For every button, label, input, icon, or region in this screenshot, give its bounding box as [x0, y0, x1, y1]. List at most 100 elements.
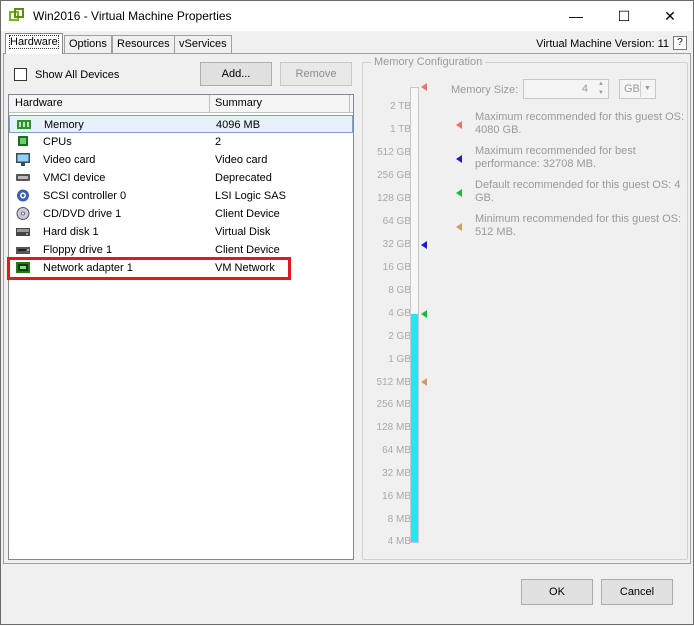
scale-label: 64 MB [382, 445, 411, 456]
scale-label: 512 GB [377, 147, 411, 158]
min-recommended-marker [421, 378, 427, 386]
max-recommended-marker [421, 83, 427, 91]
scale-label: 1 TB [390, 124, 411, 135]
scale-label: 512 MB [376, 377, 411, 388]
scale-label: 64 GB [382, 216, 411, 227]
hardware-row-summary: LSI Logic SAS [215, 190, 286, 202]
hardware-row-name: CD/DVD drive 1 [43, 208, 122, 220]
memory-slider-track[interactable] [410, 87, 419, 543]
add-button[interactable]: Add... [200, 62, 272, 86]
scale-label: 2 TB [390, 101, 411, 112]
hardware-row-memory[interactable]: Memory 4096 MB [9, 115, 353, 133]
memory-unit-select[interactable]: GB ▼ [619, 79, 656, 99]
column-separator[interactable] [209, 95, 210, 113]
hardware-row-summary: 4096 MB [216, 119, 261, 131]
hardware-list: Hardware Summary Memory 4096 MB CPUs 2 V… [8, 94, 354, 560]
cpu-icon [18, 136, 28, 146]
hardware-row-vmci-device[interactable]: VMCI device Deprecated [9, 169, 353, 187]
column-header-hardware[interactable]: Hardware [15, 97, 63, 109]
tab-hardware-label: Hardware [9, 35, 59, 49]
default-recommended-text: Default recommended for this guest OS: 4… [475, 179, 681, 204]
scale-label: 4 GB [388, 308, 411, 319]
show-all-devices-label: Show All Devices [35, 68, 120, 81]
hardware-row-summary: Video card [215, 154, 268, 166]
checkbox-box[interactable] [14, 68, 27, 81]
memory-slider-fill [411, 314, 418, 542]
minimize-button[interactable]: — [553, 1, 599, 31]
monitor-icon [16, 153, 30, 166]
tab-resources[interactable]: Resources [112, 35, 175, 53]
hardware-row-name: Hard disk 1 [43, 226, 99, 238]
hardware-row-hard-disk[interactable]: Hard disk 1 Virtual Disk [9, 223, 353, 241]
close-button[interactable]: ✕ [647, 1, 693, 31]
vm-version-label: Virtual Machine Version: 11 [536, 38, 669, 50]
window-title: Win2016 - Virtual Machine Properties [33, 9, 232, 23]
memory-unit-value: GB [624, 83, 640, 95]
scale-label: 32 GB [382, 239, 411, 250]
hardware-row-summary: 2 [215, 136, 222, 148]
best-performance-marker [421, 241, 427, 249]
max-recommended-text: Maximum recommended for this guest OS: 4… [475, 111, 685, 136]
hardware-row-summary: Deprecated [215, 172, 272, 184]
hardware-row-summary: Client Device [215, 208, 280, 220]
scale-label: 8 GB [388, 285, 411, 296]
scale-label: 32 MB [382, 468, 411, 479]
scale-label: 128 GB [377, 193, 411, 204]
scale-label: 256 GB [377, 170, 411, 181]
cd-icon [16, 207, 30, 220]
hardware-row-name: Floppy drive 1 [43, 244, 113, 256]
scale-label: 2 GB [388, 331, 411, 342]
network-adapter-highlight [7, 257, 291, 280]
scale-label: 16 MB [382, 491, 411, 502]
scale-label: 8 MB [387, 514, 411, 525]
memory-icon [17, 120, 31, 129]
memory-size-label: Memory Size: [451, 84, 519, 96]
hardware-row-name: VMCI device [43, 172, 106, 184]
hardware-row-video-card[interactable]: Video card Video card [9, 151, 353, 169]
hardware-row-name: Memory [44, 119, 84, 131]
remove-button[interactable]: Remove [280, 62, 352, 86]
spin-down-icon[interactable]: ▼ [594, 89, 608, 98]
scale-label: 256 MB [376, 399, 411, 410]
properties-window: Win2016 - Virtual Machine Properties — ☐… [0, 0, 694, 625]
hardware-row-name: Video card [43, 154, 96, 166]
show-all-devices-checkbox[interactable]: Show All Devices [14, 68, 119, 81]
harddisk-icon [16, 228, 30, 236]
hardware-row-summary: Client Device [215, 244, 280, 256]
title-bar: Win2016 - Virtual Machine Properties — ☐… [1, 1, 693, 31]
hardware-row-name: CPUs [43, 136, 72, 148]
scale-label: 128 MB [376, 422, 411, 433]
default-recommended-legend-icon [456, 189, 462, 197]
default-recommended-marker[interactable] [421, 310, 427, 318]
column-separator[interactable] [349, 95, 350, 113]
scale-label: 1 GB [388, 354, 411, 365]
maximize-button[interactable]: ☐ [601, 1, 647, 31]
scale-label: 4 MB [387, 536, 411, 547]
min-recommended-legend-icon [456, 223, 462, 231]
max-recommended-legend-icon [456, 121, 462, 129]
memory-scale-labels: 2 TB 1 TB 512 GB 256 GB 128 GB 64 GB 32 … [355, 1, 411, 626]
best-performance-text: Maximum recommended for best performance… [475, 145, 636, 170]
vmci-icon [16, 174, 30, 181]
min-recommended-text: Minimum recommended for this guest OS: 5… [475, 213, 682, 238]
hardware-row-cd-dvd-drive[interactable]: CD/DVD drive 1 Client Device [9, 205, 353, 223]
column-header-summary[interactable]: Summary [215, 97, 262, 109]
ok-button[interactable]: OK [521, 579, 593, 605]
chevron-down-icon[interactable]: ▼ [640, 81, 654, 97]
memory-size-spinner[interactable]: ▲ ▼ [594, 80, 608, 98]
best-performance-legend-icon [456, 155, 462, 163]
spin-up-icon[interactable]: ▲ [594, 80, 608, 89]
cancel-button[interactable]: Cancel [601, 579, 673, 605]
hardware-list-header: Hardware Summary [9, 95, 353, 113]
floppy-icon [16, 247, 30, 254]
hardware-row-name: SCSI controller 0 [43, 190, 127, 202]
scale-label: 16 GB [382, 262, 411, 273]
vsphere-app-icon [9, 8, 24, 21]
hardware-row-cpus[interactable]: CPUs 2 [9, 133, 353, 151]
tab-bar: Hardware Options Resources vServices Vir… [1, 31, 693, 54]
hardware-row-scsi-controller[interactable]: SCSI controller 0 LSI Logic SAS [9, 187, 353, 205]
help-icon[interactable]: ? [673, 36, 687, 50]
tab-vservices[interactable]: vServices [174, 35, 232, 53]
tab-options[interactable]: Options [64, 35, 112, 53]
tab-hardware[interactable]: Hardware [5, 33, 63, 54]
